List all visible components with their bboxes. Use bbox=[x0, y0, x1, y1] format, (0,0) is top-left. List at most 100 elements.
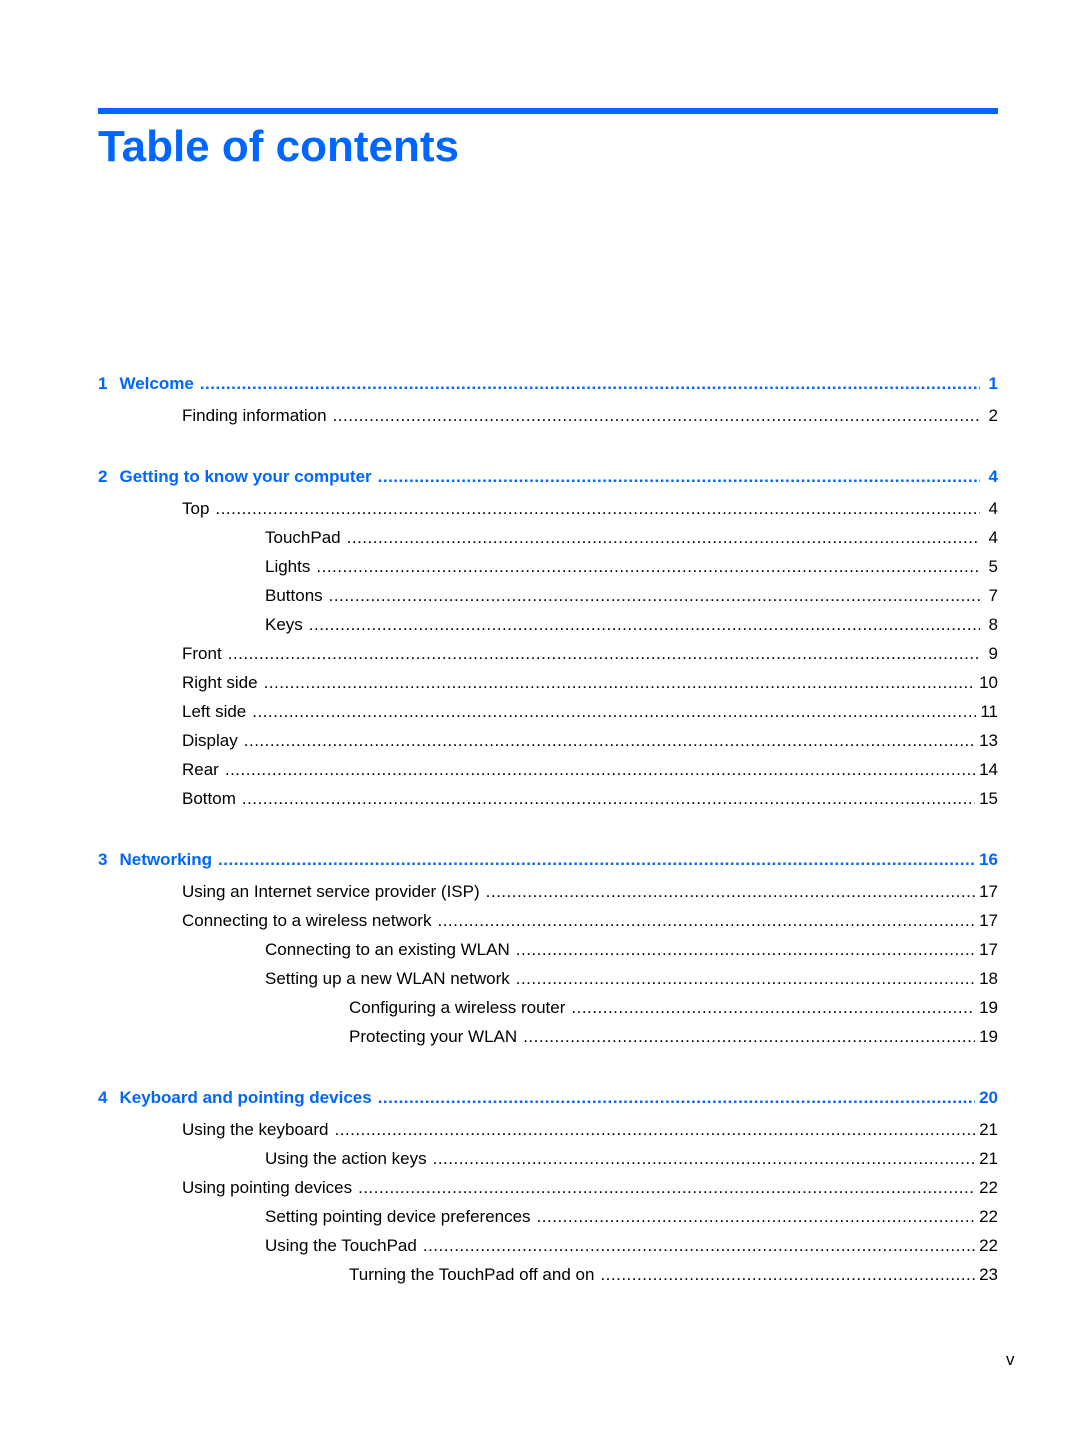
dot-leader bbox=[516, 935, 975, 964]
toc-chapter: 3 Networking 16 Using an Internet service p… bbox=[98, 846, 998, 1051]
entry-title: Configuring a wireless router bbox=[349, 998, 566, 1017]
toc-entry-link[interactable]: Keys 8 bbox=[98, 610, 998, 639]
dot-leader bbox=[486, 877, 975, 906]
entry-page-number: 2 bbox=[988, 406, 998, 425]
toc-entry-link[interactable]: Using the keyboard 21 bbox=[98, 1115, 998, 1144]
dot-leader bbox=[309, 610, 980, 639]
dot-leader bbox=[333, 401, 980, 430]
entry-title: TouchPad bbox=[265, 528, 341, 547]
entry-page-number: 17 bbox=[979, 911, 998, 930]
entry-title: Top bbox=[182, 499, 210, 518]
entry-title: Buttons bbox=[265, 586, 323, 605]
entry-page-number: 17 bbox=[979, 940, 998, 959]
entry-page-number: 5 bbox=[988, 557, 998, 576]
dot-leader bbox=[244, 726, 975, 755]
chapter-title: Welcome bbox=[119, 374, 194, 393]
dot-leader bbox=[252, 697, 976, 726]
toc-entry-link[interactable]: Using pointing devices 22 bbox=[98, 1173, 998, 1202]
toc-entry-link[interactable]: Connecting to an existing WLAN 17 bbox=[98, 935, 998, 964]
dot-leader bbox=[225, 755, 975, 784]
toc-entry-link[interactable]: Protecting your WLAN 19 bbox=[98, 1022, 998, 1051]
entry-page-number: 14 bbox=[979, 760, 998, 779]
entry-title: Rear bbox=[182, 760, 219, 779]
toc-chapter-link[interactable]: 4 Keyboard and pointing devices 20 bbox=[98, 1084, 998, 1115]
dot-leader bbox=[316, 552, 980, 581]
entry-page-number: 21 bbox=[979, 1149, 998, 1168]
toc-entry-link[interactable]: Setting pointing device preferences 22 bbox=[98, 1202, 998, 1231]
dot-leader bbox=[571, 993, 975, 1022]
toc-entry-link[interactable]: Turning the TouchPad off and on 23 bbox=[98, 1260, 998, 1289]
toc-entry-link[interactable]: Lights 5 bbox=[98, 552, 998, 581]
chapter-number: 2 bbox=[98, 467, 108, 486]
toc-entry-link[interactable]: Left side 11 bbox=[98, 697, 998, 726]
dot-leader bbox=[264, 668, 975, 697]
entry-title: Front bbox=[182, 644, 222, 663]
entry-title: Keys bbox=[265, 615, 303, 634]
entry-title: Lights bbox=[265, 557, 311, 576]
entry-title: Right side bbox=[182, 673, 258, 692]
toc-entry-link[interactable]: TouchPad 4 bbox=[98, 523, 998, 552]
toc-entry-link[interactable]: Using the action keys 21 bbox=[98, 1144, 998, 1173]
dot-leader bbox=[215, 494, 980, 523]
entry-page-number: 8 bbox=[988, 615, 998, 634]
toc-entry-link[interactable]: Front 9 bbox=[98, 639, 998, 668]
dot-leader bbox=[242, 784, 975, 813]
entry-title: Left side bbox=[182, 702, 247, 721]
entry-title: Using the TouchPad bbox=[265, 1236, 417, 1255]
toc-entry-link[interactable]: Rear 14 bbox=[98, 755, 998, 784]
chapter-page-number: 1 bbox=[988, 374, 998, 393]
dot-leader bbox=[437, 906, 975, 935]
dot-leader bbox=[600, 1260, 975, 1289]
toc-chapter: 4 Keyboard and pointing devices 20 Using th… bbox=[98, 1084, 998, 1289]
toc-chapter-link[interactable]: 3 Networking 16 bbox=[98, 846, 998, 877]
toc-entry-link[interactable]: Connecting to a wireless network 17 bbox=[98, 906, 998, 935]
dot-leader bbox=[537, 1202, 976, 1231]
entry-page-number: 15 bbox=[979, 789, 998, 808]
chapter-page-number: 16 bbox=[979, 850, 998, 869]
dot-leader bbox=[378, 1084, 975, 1112]
entry-title: Setting up a new WLAN network bbox=[265, 969, 510, 988]
toc-entry-link[interactable]: Right side 10 bbox=[98, 668, 998, 697]
toc-chapter: 1 Welcome 1 Finding information 2 bbox=[98, 370, 998, 430]
page-number: v bbox=[1006, 1350, 1015, 1369]
dot-leader bbox=[423, 1231, 975, 1260]
toc-entry-link[interactable]: Setting up a new WLAN network 18 bbox=[98, 964, 998, 993]
toc-entry-link[interactable]: Using the TouchPad 22 bbox=[98, 1231, 998, 1260]
entry-title: Display bbox=[182, 731, 238, 750]
dot-leader bbox=[378, 463, 980, 491]
chapter-number: 4 bbox=[98, 1088, 108, 1107]
toc-chapter-link[interactable]: 1 Welcome 1 bbox=[98, 370, 998, 401]
dot-leader bbox=[358, 1173, 975, 1202]
chapter-page-number: 20 bbox=[979, 1088, 998, 1107]
dot-leader bbox=[334, 1115, 975, 1144]
chapter-title: Keyboard and pointing devices bbox=[119, 1088, 372, 1107]
toc-entry-link[interactable]: Configuring a wireless router 19 bbox=[98, 993, 998, 1022]
dot-leader bbox=[516, 964, 975, 993]
toc-entry-link[interactable]: Top 4 bbox=[98, 494, 998, 523]
entry-page-number: 9 bbox=[988, 644, 998, 663]
entry-page-number: 4 bbox=[988, 499, 998, 518]
toc-entry-link[interactable]: Bottom 15 bbox=[98, 784, 998, 813]
entry-page-number: 13 bbox=[979, 731, 998, 750]
entry-title: Bottom bbox=[182, 789, 236, 808]
toc-entry-link[interactable]: Using an Internet service provider (ISP)… bbox=[98, 877, 998, 906]
entry-page-number: 4 bbox=[988, 528, 998, 547]
dot-leader bbox=[329, 581, 980, 610]
dot-leader bbox=[218, 846, 975, 874]
chapter-title: Networking bbox=[119, 850, 213, 869]
entry-page-number: 22 bbox=[979, 1207, 998, 1226]
entry-page-number: 19 bbox=[979, 1027, 998, 1046]
toc-entry-link[interactable]: Display 13 bbox=[98, 726, 998, 755]
entry-page-number: 22 bbox=[979, 1178, 998, 1197]
chapter-title: Getting to know your computer bbox=[119, 467, 372, 486]
toc-entry-link[interactable]: Buttons 7 bbox=[98, 581, 998, 610]
toc-chapter-link[interactable]: 2 Getting to know your computer 4 bbox=[98, 463, 998, 494]
entry-title: Using pointing devices bbox=[182, 1178, 353, 1197]
chapter-page-number: 4 bbox=[988, 467, 998, 486]
entry-page-number: 7 bbox=[988, 586, 998, 605]
entry-title: Connecting to a wireless network bbox=[182, 911, 432, 930]
toc-entry-link[interactable]: Finding information 2 bbox=[98, 401, 998, 430]
entry-title: Setting pointing device preferences bbox=[265, 1207, 531, 1226]
title-rule bbox=[98, 108, 998, 114]
entry-title: Finding information bbox=[182, 406, 327, 425]
